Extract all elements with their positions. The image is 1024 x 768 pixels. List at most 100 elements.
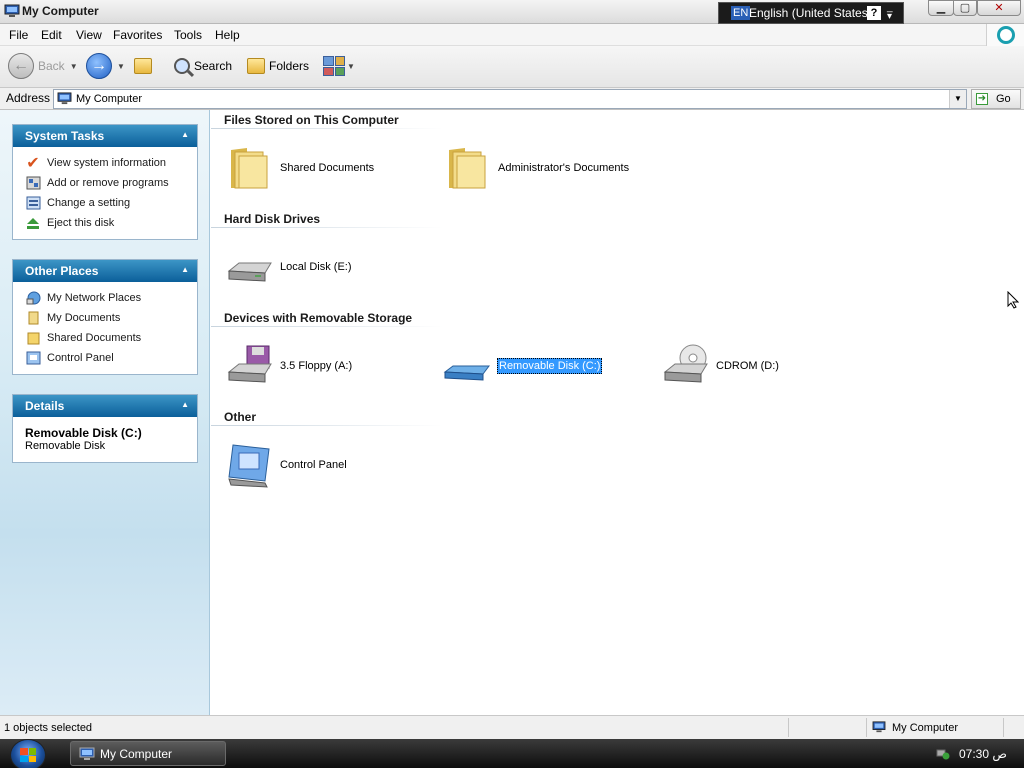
- other-places-header[interactable]: Other Places ▲: [13, 260, 197, 282]
- settings-icon: [25, 195, 41, 211]
- back-dropdown-icon[interactable]: ▼: [70, 62, 78, 71]
- status-separator: [866, 718, 867, 737]
- task-pane: System Tasks ▲ ✔ View system information…: [0, 110, 210, 715]
- item-label[interactable]: Shared Documents: [279, 161, 375, 175]
- taskbar-item-label: My Computer: [100, 747, 173, 761]
- group-header: Other: [224, 410, 257, 424]
- address-dropdown-icon[interactable]: ▼: [949, 90, 966, 108]
- language-code[interactable]: EN: [731, 6, 751, 20]
- back-button[interactable]: ← Back ▼: [8, 52, 78, 80]
- computer-icon: [4, 4, 20, 17]
- start-button[interactable]: [10, 739, 46, 768]
- place-label[interactable]: My Documents: [47, 312, 120, 324]
- details-header[interactable]: Details ▲: [13, 395, 197, 417]
- item-label[interactable]: Administrator's Documents: [497, 161, 630, 175]
- computer-icon: [872, 721, 886, 733]
- status-separator: [788, 718, 789, 737]
- group-header: Hard Disk Drives: [224, 212, 321, 226]
- item-administrators-documents[interactable]: Administrator's Documents: [443, 143, 630, 193]
- forward-button[interactable]: → ▼: [86, 52, 125, 80]
- menu-favorites[interactable]: Favorites: [113, 28, 162, 42]
- computer-icon: [79, 747, 95, 760]
- close-button[interactable]: ✕: [977, 0, 1021, 16]
- other-places-title: Other Places: [25, 264, 99, 278]
- search-icon: [174, 58, 190, 74]
- status-bar: 1 objects selected My Computer: [0, 715, 1024, 739]
- menu-tools[interactable]: Tools: [174, 28, 202, 42]
- network-tray-icon[interactable]: [936, 746, 950, 760]
- details-type: Removable Disk: [25, 440, 106, 452]
- collapse-icon[interactable]: ▲: [181, 130, 189, 139]
- group-header: Files Stored on This Computer: [224, 113, 399, 127]
- details-name: Removable Disk (C:): [25, 426, 142, 440]
- place-my-network-places[interactable]: My Network Places: [25, 288, 197, 308]
- status-selection: 1 objects selected: [4, 722, 93, 734]
- group-divider: [211, 326, 443, 327]
- folder-icon: [449, 148, 486, 189]
- item-label[interactable]: Local Disk (E:): [279, 260, 353, 274]
- taskbar-item-my-computer[interactable]: My Computer: [70, 741, 226, 766]
- place-label[interactable]: My Network Places: [47, 292, 141, 304]
- go-button[interactable]: ➜ Go: [971, 89, 1021, 109]
- item-floppy-a[interactable]: 3.5 Floppy (A:): [225, 341, 353, 391]
- langbar-options-icon[interactable]: _ ▾: [887, 3, 893, 22]
- folders-button[interactable]: Folders: [247, 52, 309, 80]
- folder-icon: [231, 148, 268, 189]
- task-eject-disk[interactable]: Eject this disk: [25, 213, 197, 233]
- views-button[interactable]: ▼: [323, 52, 355, 80]
- status-separator: [1003, 718, 1004, 737]
- place-my-documents[interactable]: My Documents: [25, 308, 197, 328]
- language-bar[interactable]: EN English (United States) ? _ ▾: [718, 2, 904, 24]
- menu-edit[interactable]: Edit: [41, 28, 62, 42]
- item-control-panel[interactable]: Control Panel: [225, 440, 348, 490]
- task-view-system-information[interactable]: ✔ View system information: [25, 153, 197, 173]
- back-label: Back: [38, 59, 65, 73]
- floppy-drive-icon: [227, 345, 272, 383]
- help-icon[interactable]: ?: [867, 6, 881, 20]
- menu-file[interactable]: File: [9, 28, 28, 42]
- up-folder-button[interactable]: [134, 52, 152, 80]
- place-control-panel[interactable]: Control Panel: [25, 348, 197, 368]
- address-value[interactable]: My Computer: [76, 93, 142, 105]
- removable-disk-icon: [443, 365, 490, 381]
- item-label[interactable]: CDROM (D:): [715, 359, 780, 373]
- collapse-icon[interactable]: ▲: [181, 400, 189, 409]
- task-change-setting[interactable]: Change a setting: [25, 193, 197, 213]
- mouse-cursor-icon: [1007, 291, 1019, 309]
- item-cdrom-d[interactable]: CDROM (D:): [661, 341, 780, 391]
- task-label[interactable]: Add or remove programs: [47, 177, 169, 189]
- menu-view[interactable]: View: [76, 28, 102, 42]
- place-label[interactable]: Control Panel: [47, 352, 114, 364]
- task-label[interactable]: View system information: [47, 157, 166, 169]
- minimize-button[interactable]: ▁: [928, 0, 954, 16]
- forward-dropdown-icon[interactable]: ▼: [117, 62, 125, 71]
- other-places-panel: Other Places ▲ My Network Places My Docu…: [12, 259, 198, 375]
- maximize-button[interactable]: ▢: [953, 0, 977, 16]
- place-shared-documents[interactable]: Shared Documents: [25, 328, 197, 348]
- address-label: Address: [6, 91, 51, 105]
- system-tasks-header[interactable]: System Tasks ▲: [13, 125, 197, 147]
- task-label[interactable]: Change a setting: [47, 197, 130, 209]
- checkmark-icon: ✔: [26, 155, 40, 172]
- place-label[interactable]: Shared Documents: [47, 332, 141, 344]
- clock[interactable]: 07:30 ص: [959, 747, 1007, 761]
- item-label[interactable]: 3.5 Floppy (A:): [279, 359, 353, 373]
- menu-help[interactable]: Help: [215, 28, 240, 42]
- collapse-icon[interactable]: ▲: [181, 265, 189, 274]
- windows-logo-icon: [20, 748, 36, 762]
- item-shared-documents[interactable]: Shared Documents: [225, 143, 375, 193]
- task-add-remove-programs[interactable]: Add or remove programs: [25, 173, 197, 193]
- programs-icon: [25, 175, 41, 191]
- item-label[interactable]: Removable Disk (C:): [497, 358, 603, 374]
- item-removable-disk-c[interactable]: Removable Disk (C:): [443, 341, 603, 391]
- group-header: Devices with Removable Storage: [224, 311, 413, 325]
- go-label: Go: [996, 93, 1011, 105]
- documents-icon: [25, 310, 41, 326]
- item-local-disk-e[interactable]: Local Disk (E:): [225, 242, 353, 292]
- language-name[interactable]: English (United States): [749, 6, 872, 20]
- search-button[interactable]: Search: [174, 52, 232, 80]
- address-field[interactable]: My Computer ▼: [53, 89, 967, 109]
- menu-bar: File Edit View Favorites Tools Help: [0, 24, 1024, 46]
- task-label[interactable]: Eject this disk: [47, 217, 114, 229]
- item-label[interactable]: Control Panel: [279, 458, 348, 472]
